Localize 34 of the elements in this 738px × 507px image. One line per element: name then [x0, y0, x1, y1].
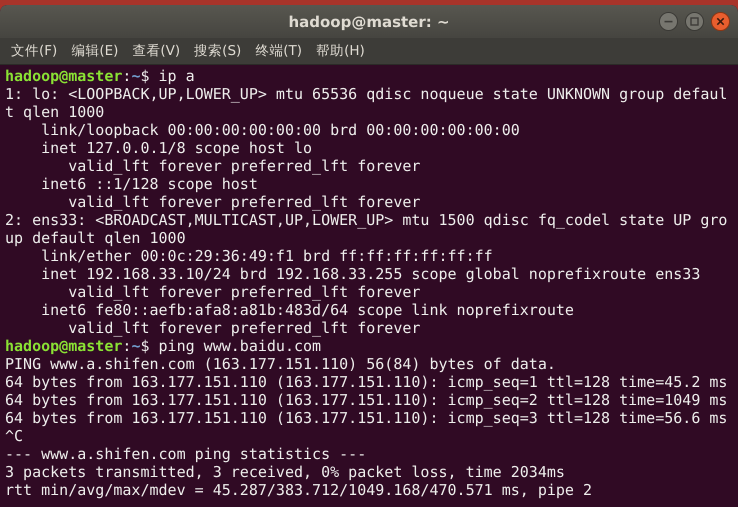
output-line: valid_lft forever preferred_lft forever: [67, 193, 420, 211]
output-line: --- www.a.shifen.com ping statistics ---: [5, 445, 366, 463]
output-line: 1: lo: <LOOPBACK,UP,LOWER_UP> mtu 65536 qdisc noqueue state UNKNOWN group defaul: [5, 85, 728, 103]
output-line: PING www.a.shifen.com (163.177.151.110) 56(84) bytes of data.: [5, 355, 556, 373]
output-line: up default qlen 1000: [5, 229, 186, 247]
menu-item[interactable]: 帮助(H): [316, 42, 365, 60]
menu-item[interactable]: 搜索(S): [194, 42, 242, 60]
close-icon[interactable]: [711, 12, 730, 31]
output-line: ^C: [5, 427, 24, 445]
output-line: inet6 ::1/128 scope host: [40, 175, 258, 193]
output-line: 64 bytes from 163.177.151.110 (163.177.151.110): icmp_seq=2 ttl=128 time=1049 ms: [5, 391, 728, 409]
command-line: hadoop@master:~$ ip a: [5, 67, 195, 85]
output-line: inet6 fe80::aefb:afa8:a81b:483d/64 scope link noprefixroute: [40, 301, 574, 319]
output-line: valid_lft forever preferred_lft forever: [67, 319, 420, 337]
output-line: 64 bytes from 163.177.151.110 (163.177.151.110): icmp_seq=3 ttl=128 time=56.6 ms: [5, 409, 728, 427]
output-line: 2: ens33: <BROADCAST,MULTICAST,UP,LOWER_UP> mtu 1500 qdisc fq_codel state UP gro: [5, 211, 728, 229]
minimize-icon[interactable]: [659, 12, 678, 31]
output-line: valid_lft forever preferred_lft forever: [67, 157, 420, 175]
menu-item[interactable]: 查看(V): [132, 42, 180, 60]
menu-item[interactable]: 文件(F): [11, 42, 58, 60]
output-line: inet 192.168.33.10/24 brd 192.168.33.255 scope global noprefixroute ens33: [40, 265, 700, 283]
output-line: valid_lft forever preferred_lft forever: [67, 283, 420, 301]
output-line: rtt min/avg/max/mdev = 45.287/383.712/1049.168/470.571 ms, pipe 2: [5, 481, 592, 499]
maximize-icon[interactable]: [685, 12, 704, 31]
output-line: 64 bytes from 163.177.151.110 (163.177.151.110): icmp_seq=1 ttl=128 time=45.2 ms: [5, 373, 728, 391]
menu-item[interactable]: 编辑(E): [71, 42, 118, 60]
window-title: hadoop@master: ~: [288, 12, 450, 30]
command-line: hadoop@master:~$ ping www.baidu.com: [5, 337, 322, 355]
menu-item[interactable]: 终端(T): [255, 42, 302, 60]
output-line: 3 packets transmitted, 3 received, 0% packet loss, time 2034ms: [5, 463, 565, 481]
output-line: link/loopback 00:00:00:00:00:00 brd 00:00:00:00:00:00: [40, 121, 520, 139]
output-line: t qlen 1000: [5, 103, 104, 121]
output-line: inet 127.0.0.1/8 scope host lo: [40, 139, 312, 157]
output-line: link/ether 00:0c:29:36:49:f1 brd ff:ff:ff:ff:ff:ff: [40, 247, 493, 265]
